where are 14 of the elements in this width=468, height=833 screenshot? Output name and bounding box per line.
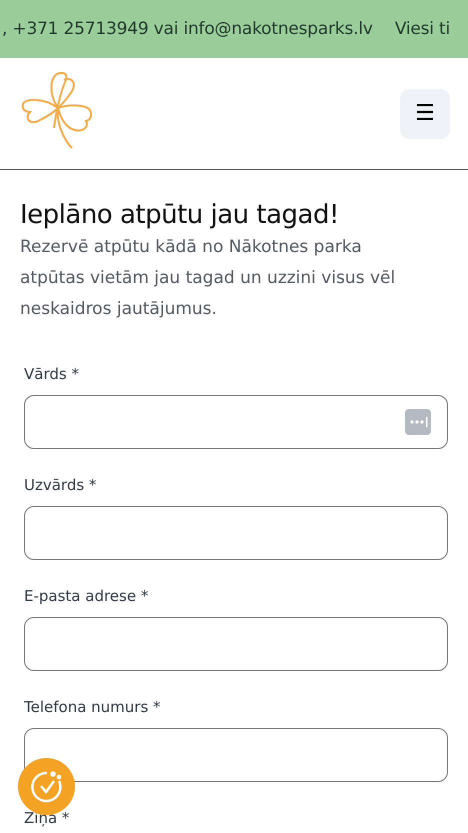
field-label: Ziņa *: [24, 809, 70, 827]
field-label: Uzvārds *: [24, 476, 96, 494]
field-label: Vārds *: [24, 365, 79, 383]
banner-text: , +371 25713949 vai info@nakotnesparks.lv: [2, 19, 373, 39]
menu-button[interactable]: ☰: [400, 88, 450, 138]
page-heading: Ieplāno atpūtu jau tagad!: [20, 200, 340, 230]
intro-text: Rezervē atpūtu kādā no Nākotnes parka atpūtas vietām jau tagad un uzzini visus vēl neskaidros jautājumus.: [20, 236, 396, 321]
input-field[interactable]: [24, 506, 448, 560]
input-field[interactable]: [24, 395, 448, 449]
input-field[interactable]: [24, 617, 448, 671]
cookie-icon: [28, 768, 64, 804]
banner-text: Viesi ti: [394, 19, 450, 39]
field-label: E-pasta adrese *: [24, 587, 148, 605]
field-label: Telefona numurs *: [24, 698, 161, 716]
